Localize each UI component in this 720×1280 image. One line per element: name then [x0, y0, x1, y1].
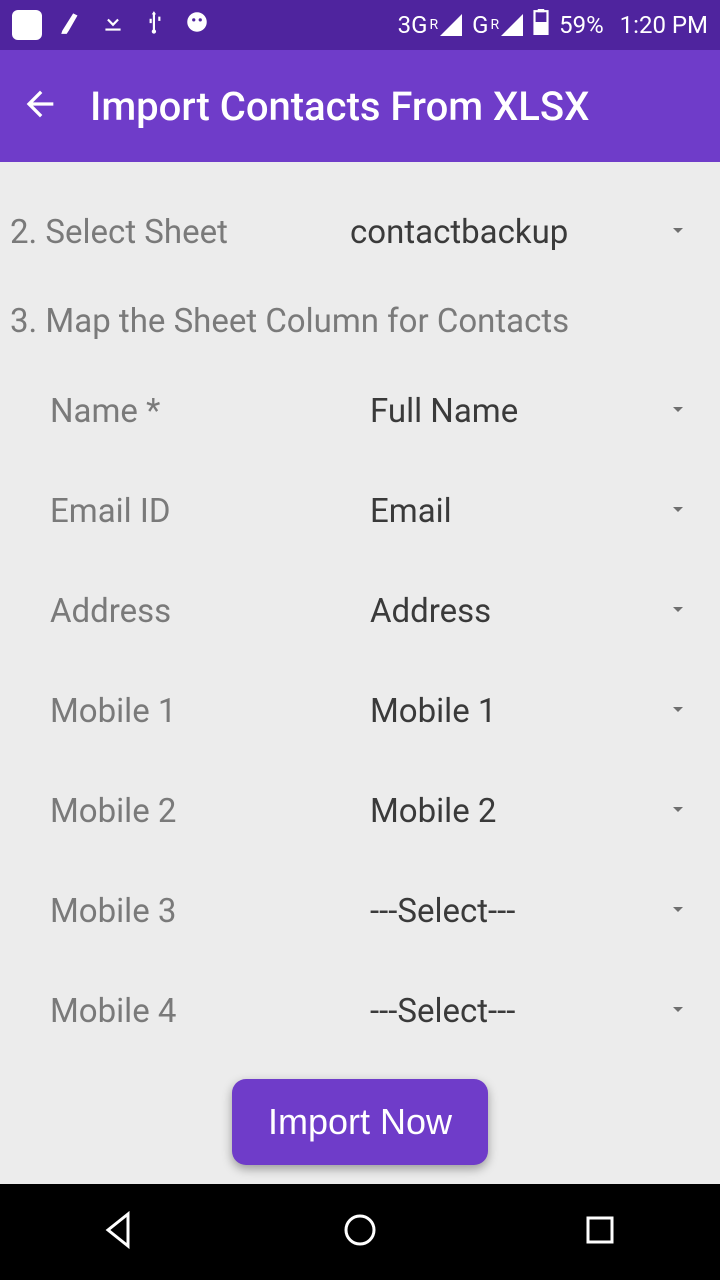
field-value: Mobile 2	[370, 792, 496, 831]
network-g: GR	[472, 11, 523, 39]
field-dropdown-mobile4[interactable]: ---Select---	[370, 992, 710, 1031]
select-sheet-value: contactbackup	[350, 213, 568, 252]
field-value: ---Select---	[370, 892, 515, 931]
page-title: Import Contacts From XLSX	[90, 83, 589, 130]
field-row-name: Name * Full Name	[10, 361, 710, 461]
field-dropdown-mobile3[interactable]: ---Select---	[370, 892, 710, 931]
field-row-mobile3: Mobile 3 ---Select---	[10, 861, 710, 961]
android-nav-bar	[0, 1184, 720, 1280]
field-label: Address	[10, 592, 370, 631]
chevron-down-icon	[666, 597, 690, 626]
field-dropdown-name[interactable]: Full Name	[370, 392, 710, 431]
field-dropdown-mobile1[interactable]: Mobile 1	[370, 692, 710, 731]
battery-percent: 59%	[559, 11, 604, 39]
status-left	[12, 9, 210, 41]
chevron-down-icon	[666, 497, 690, 526]
app-bar: Import Contacts From XLSX	[0, 50, 720, 162]
debug-icon	[184, 9, 210, 41]
network-3g: 3GR	[398, 11, 462, 39]
chevron-down-icon	[666, 897, 690, 926]
chevron-down-icon	[666, 797, 690, 826]
field-row-mobile2: Mobile 2 Mobile 2	[10, 761, 710, 861]
field-dropdown-mobile2[interactable]: Mobile 2	[370, 792, 710, 831]
nav-home-icon[interactable]	[336, 1206, 384, 1258]
field-row-mobile4: Mobile 4 ---Select---	[10, 961, 710, 1061]
field-dropdown-address[interactable]: Address	[370, 592, 710, 631]
field-label: Mobile 1	[10, 692, 370, 731]
field-label: Mobile 2	[10, 792, 370, 831]
field-value: Address	[370, 592, 491, 631]
import-now-button[interactable]: Import Now	[232, 1079, 488, 1165]
signal-icon-1	[440, 14, 462, 36]
chevron-down-icon	[666, 218, 690, 247]
download-icon	[100, 9, 126, 41]
clock: 1:20 PM	[620, 11, 708, 39]
status-bar: 3GR GR 59% 1:20 PM	[0, 0, 720, 50]
nav-recent-icon[interactable]	[576, 1206, 624, 1258]
signal-icon-2	[501, 14, 523, 36]
field-label: Mobile 4	[10, 992, 370, 1031]
field-label: Email ID	[10, 492, 370, 531]
select-sheet-label: 2. Select Sheet	[10, 213, 350, 252]
select-sheet-dropdown[interactable]: contactbackup	[350, 213, 710, 252]
notification-icon	[12, 10, 42, 40]
usb-icon	[142, 9, 168, 41]
select-sheet-row: 2. Select Sheet contactbackup	[10, 182, 710, 282]
field-label: Mobile 3	[10, 892, 370, 931]
field-label: Name *	[10, 392, 370, 431]
field-row-email: Email ID Email	[10, 461, 710, 561]
map-columns-label: 3. Map the Sheet Column for Contacts	[10, 282, 710, 361]
nav-back-icon[interactable]	[96, 1206, 144, 1258]
battery-icon	[533, 9, 549, 41]
back-icon[interactable]	[20, 84, 60, 128]
field-value: ---Select---	[370, 992, 515, 1031]
field-row-address: Address Address	[10, 561, 710, 661]
field-value: Email	[370, 492, 452, 531]
field-dropdown-email[interactable]: Email	[370, 492, 710, 531]
content: 2. Select Sheet contactbackup 3. Map the…	[0, 162, 720, 1184]
chevron-down-icon	[666, 397, 690, 426]
status-right: 3GR GR 59% 1:20 PM	[398, 9, 708, 41]
field-row-mobile1: Mobile 1 Mobile 1	[10, 661, 710, 761]
cleaner-icon	[58, 9, 84, 41]
chevron-down-icon	[666, 697, 690, 726]
field-value: Full Name	[370, 392, 518, 431]
field-value: Mobile 1	[370, 692, 496, 731]
chevron-down-icon	[666, 997, 690, 1026]
